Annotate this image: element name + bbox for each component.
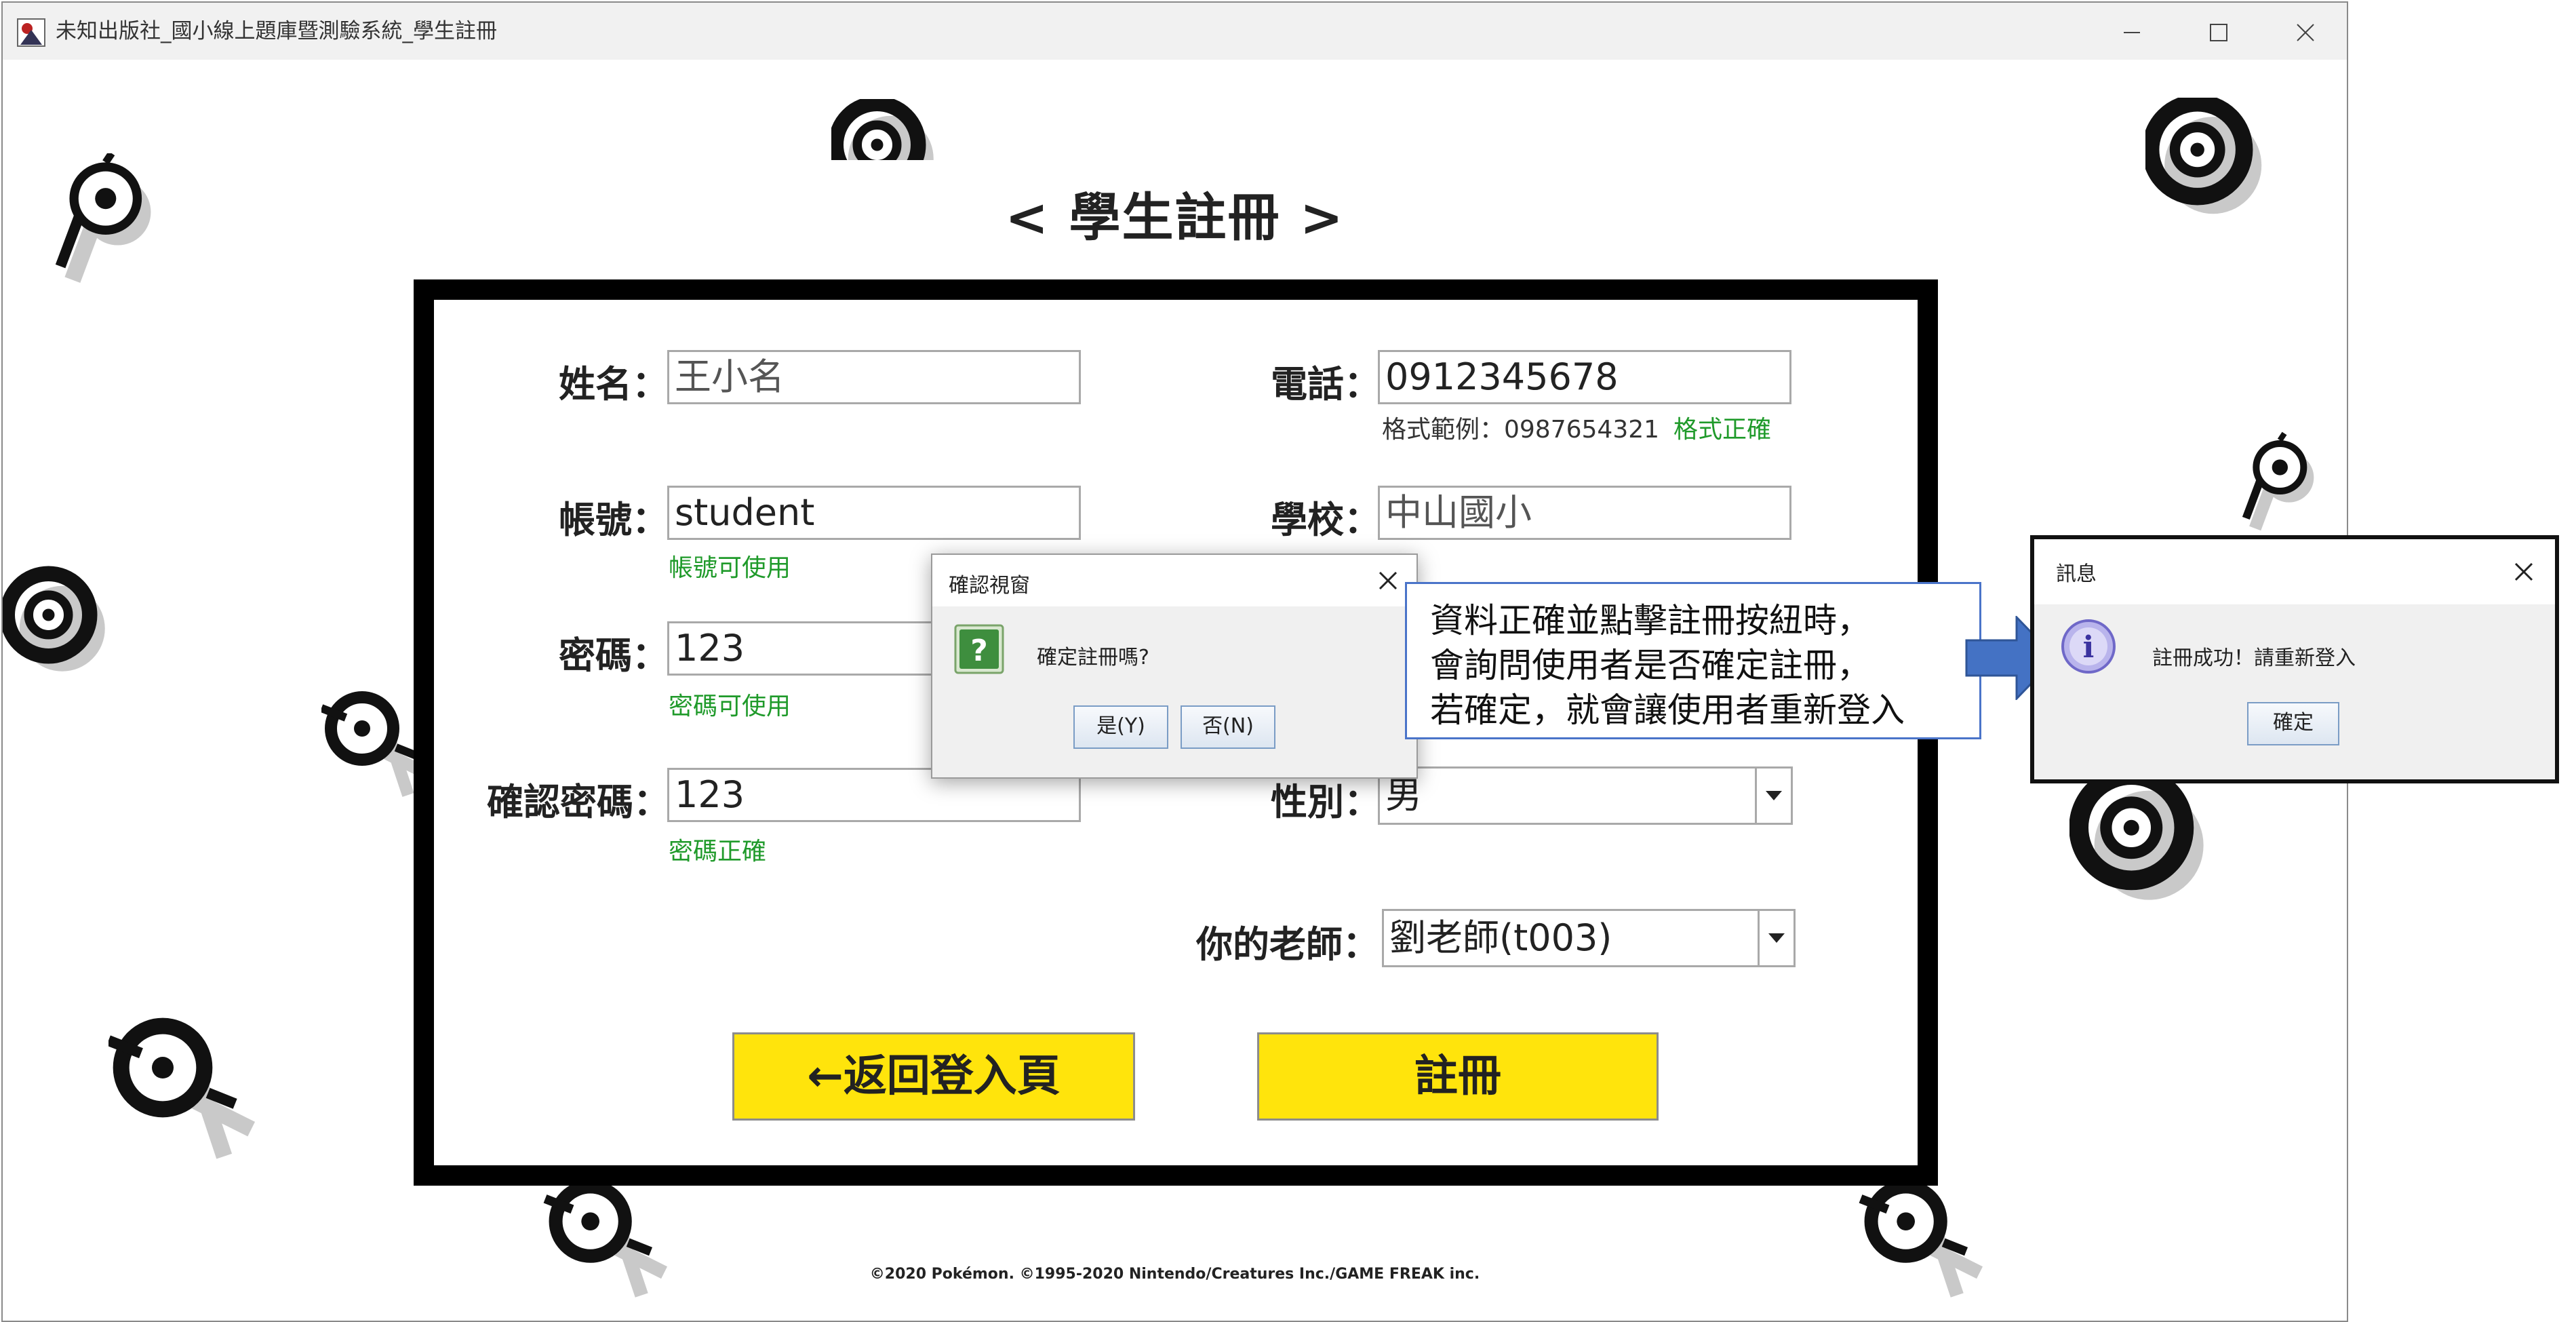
unown-decoration — [3, 559, 125, 701]
message-dialog: 訊息 i 註冊成功！請重新登入 確定 — [2030, 535, 2559, 783]
maximize-button[interactable] — [2192, 14, 2246, 52]
phone-status: 格式正確 — [1673, 416, 1772, 444]
svg-text:i: i — [2083, 630, 2095, 665]
gender-label: 性別： — [1271, 781, 1381, 823]
message-dialog-title: 訊息 — [2056, 562, 2097, 586]
window-title: 未知出版社_國小線上題庫暨測驗系統_學生註冊 — [56, 19, 497, 43]
phone-label: 電話： — [1271, 363, 1381, 406]
success-message: 註冊成功！請重新登入 — [2152, 646, 2356, 670]
teacher-select[interactable]: 劉老師(t003) — [1382, 909, 1796, 967]
teacher-label: 你的老師： — [1196, 923, 1379, 966]
annotation-line: 資料正確並點擊註冊按紐時， — [1430, 601, 1871, 640]
unown-decoration — [1847, 1176, 2010, 1312]
close-icon[interactable] — [1374, 567, 1402, 594]
svg-text:?: ? — [970, 634, 988, 668]
app-icon — [16, 18, 46, 47]
phone-format-example: 格式範例：0987654321 — [1382, 416, 1660, 444]
phone-field[interactable]: 0912345678 — [1378, 350, 1791, 404]
chevron-down-icon[interactable] — [1758, 911, 1794, 965]
name-label: 姓名： — [559, 363, 669, 406]
ok-button[interactable]: 確定 — [2247, 702, 2339, 745]
yes-button[interactable]: 是(Y) — [1073, 705, 1168, 749]
unown-decoration — [2240, 423, 2342, 545]
copyright-text: ©2020 Pokémon. ©1995-2020 Nintendo/Creat… — [869, 1266, 1480, 1283]
confirm-dialog: 確認視窗 ? 確定註冊嗎? 是(Y) 否(N) — [931, 553, 1418, 779]
annotation-box: 資料正確並點擊註冊按紐時， 會詢問使用者是否確定註冊， 若確定，就會讓使用者重新… — [1405, 582, 1981, 739]
minimize-button[interactable] — [2105, 14, 2159, 52]
message-dialog-title-bar — [2034, 539, 2555, 604]
teacher-value: 劉老師(t003) — [1389, 916, 1612, 959]
unown-decoration — [2069, 769, 2232, 925]
confirm-dialog-title: 確認視窗 — [949, 574, 1030, 598]
account-status: 帳號可使用 — [669, 554, 791, 582]
password-label: 密碼： — [559, 634, 669, 677]
confirm-password-label: 確認密碼： — [487, 781, 670, 823]
gender-select[interactable]: 男 — [1378, 766, 1793, 825]
annotation-line: 會詢問使用者是否確定註冊， — [1430, 646, 1871, 685]
confirm-message: 確定註冊嗎? — [1037, 646, 1149, 669]
school-field[interactable]: 中山國小 — [1378, 486, 1791, 540]
register-button[interactable]: 註冊 — [1257, 1032, 1659, 1121]
no-button[interactable]: 否(N) — [1181, 705, 1275, 749]
school-label: 學校： — [1271, 499, 1381, 541]
info-icon: i — [2060, 618, 2117, 678]
unown-decoration — [532, 1176, 694, 1312]
close-icon[interactable] — [2510, 558, 2537, 585]
question-icon: ? — [953, 623, 1006, 678]
title-bar: 未知出版社_國小線上題庫暨測驗系統_學生註冊 — [3, 3, 2347, 60]
unown-decoration — [108, 1007, 271, 1183]
close-button[interactable] — [2278, 14, 2333, 52]
chevron-down-icon[interactable] — [1755, 769, 1791, 823]
annotation-line: 若確定，就會讓使用者重新登入 — [1430, 691, 1905, 730]
back-to-login-button[interactable]: ←返回登入頁 — [732, 1032, 1135, 1121]
password-status: 密碼可使用 — [669, 693, 791, 720]
page-title: < 學生註冊 > — [1005, 187, 1345, 248]
name-field[interactable]: 王小名 — [667, 350, 1081, 404]
account-field[interactable]: student — [667, 486, 1081, 540]
confirm-password-status: 密碼正確 — [669, 838, 767, 866]
unown-decoration — [831, 99, 953, 160]
account-label: 帳號： — [559, 499, 669, 541]
